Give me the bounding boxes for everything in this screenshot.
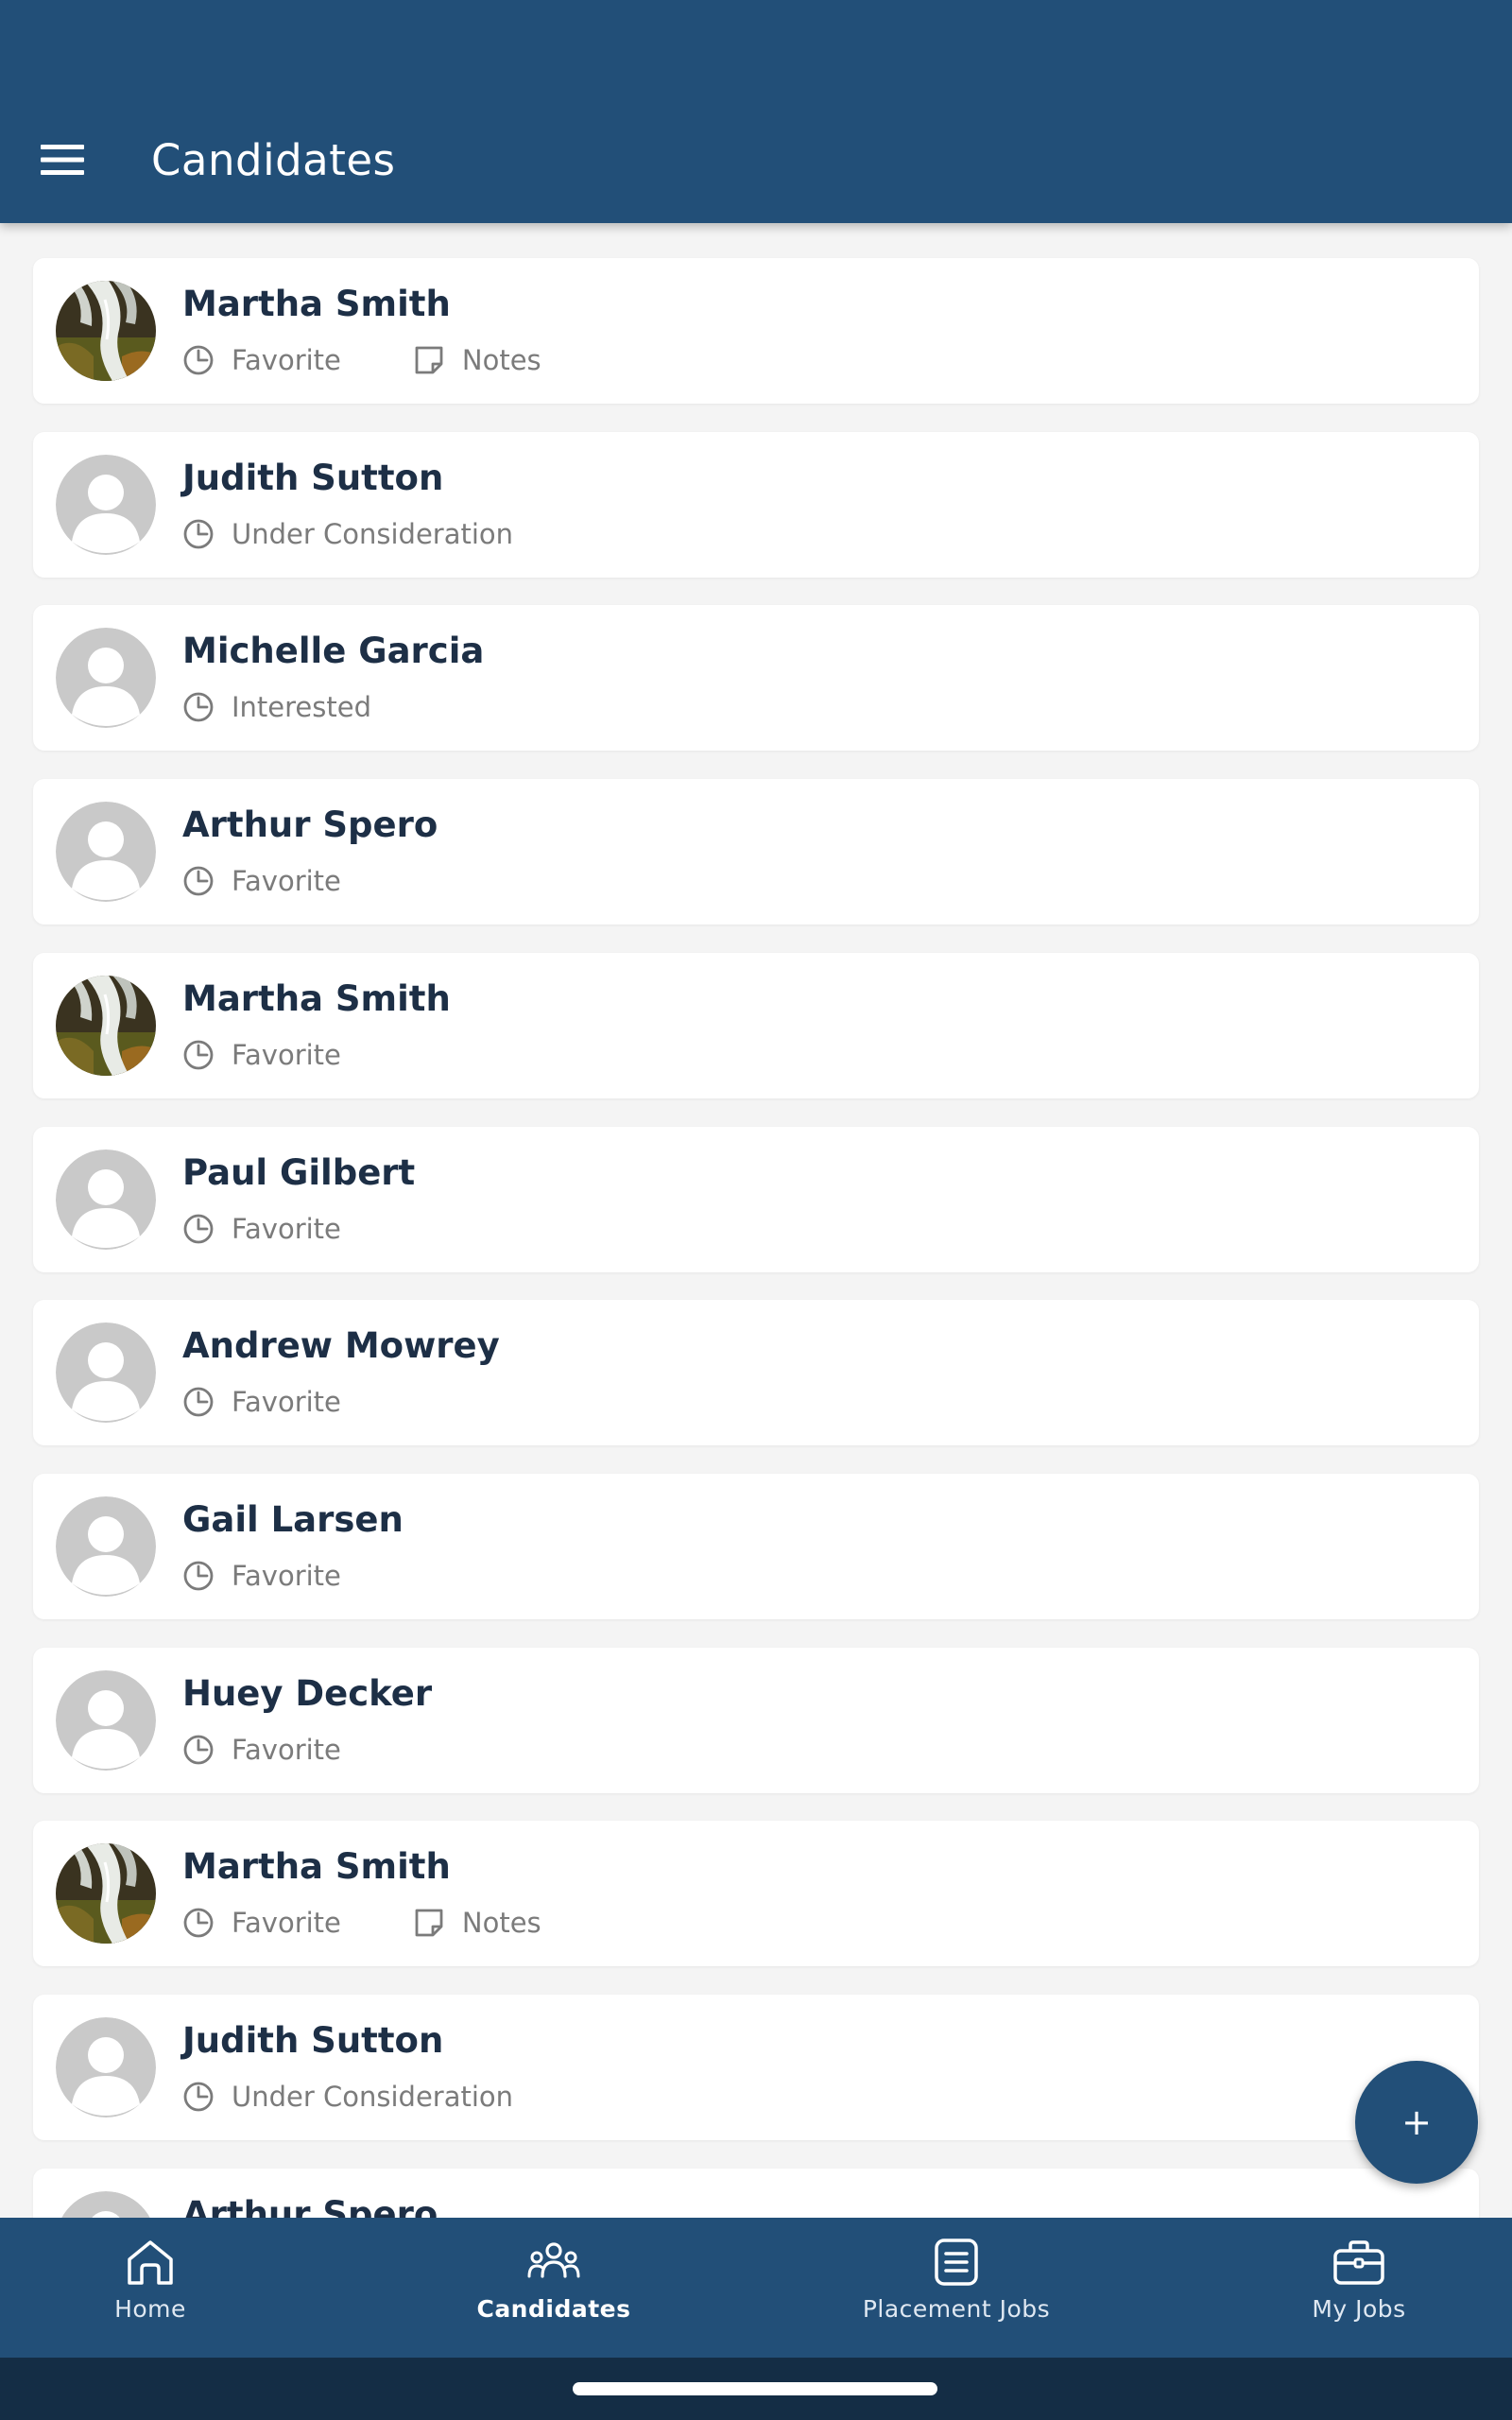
candidate-name: Paul Gilbert (182, 1152, 416, 1193)
candidate-meta: Favorite (182, 1210, 341, 1248)
candidate-meta: Favorite (182, 862, 341, 900)
system-navigation-bar (0, 2358, 1512, 2420)
note-icon (413, 1907, 445, 1939)
candidate-name: Michelle Garcia (182, 631, 485, 671)
nav-label-placement-jobs: Placement Jobs (862, 2295, 1051, 2323)
candidate-list[interactable]: Martha Smith Favorite Notes Judith Sutto… (0, 223, 1512, 2218)
clock-icon (182, 1386, 215, 1418)
candidate-meta: Favorite Notes (182, 341, 541, 379)
candidate-meta: Favorite Notes (182, 1904, 541, 1942)
clock-icon (182, 865, 215, 897)
clock-icon (182, 1039, 215, 1071)
candidate-name: Huey Decker (182, 1673, 433, 1714)
candidate-card[interactable]: Martha Smith Favorite Notes (33, 1821, 1479, 1966)
hamburger-menu-icon (41, 144, 84, 180)
candidate-name: Judith Sutton (182, 458, 444, 498)
candidate-card[interactable]: Judith Sutton Under Consideration (33, 432, 1479, 578)
avatar-placeholder-icon (56, 1150, 156, 1250)
nav-item-candidates[interactable]: Candidates (412, 2218, 696, 2358)
home-indicator[interactable] (573, 2382, 937, 2395)
candidate-name: Arthur Spero (182, 804, 438, 845)
candidate-card[interactable]: Huey Decker Favorite (33, 1648, 1479, 1793)
candidate-card[interactable]: Michelle Garcia Interested (33, 605, 1479, 751)
menu-button[interactable] (32, 134, 93, 189)
nav-item-home[interactable]: Home (9, 2218, 292, 2358)
candidate-name: Judith Sutton (182, 2020, 444, 2061)
candidate-name: Arthur Spero (182, 2194, 438, 2218)
clock-icon (182, 2081, 215, 2113)
candidate-status: Favorite (232, 1039, 341, 1071)
nav-item-placement-jobs[interactable]: Placement Jobs (815, 2218, 1098, 2358)
candidate-meta: Favorite (182, 1731, 341, 1769)
candidate-card[interactable]: Martha Smith Favorite (33, 953, 1479, 1098)
candidate-name: Martha Smith (182, 1846, 451, 1887)
plus-icon: + (1401, 2101, 1432, 2143)
avatar-placeholder-icon (56, 802, 156, 902)
candidate-status: Under Consideration (232, 518, 514, 550)
candidate-status: Under Consideration (232, 2081, 514, 2113)
candidate-status: Favorite (232, 865, 341, 897)
note-icon (413, 344, 445, 376)
avatar-placeholder-icon (56, 628, 156, 728)
candidate-name: Andrew Mowrey (182, 1325, 500, 1366)
page-title: Candidates (151, 135, 396, 185)
candidate-status: Favorite (232, 1560, 341, 1592)
candidate-status: Favorite (232, 1213, 341, 1245)
candidate-card[interactable]: Judith Sutton Under Consideration (33, 1995, 1479, 2140)
clock-icon (182, 1213, 215, 1245)
candidate-meta: Favorite (182, 1383, 341, 1421)
people-icon (527, 2238, 580, 2288)
nav-label-candidates: Candidates (476, 2295, 631, 2323)
avatar-placeholder-icon (56, 2191, 156, 2218)
candidate-status: Favorite (232, 1734, 341, 1766)
candidate-status: Favorite (232, 1907, 341, 1939)
candidate-meta: Under Consideration (182, 2078, 513, 2116)
briefcase-icon (1332, 2238, 1385, 2288)
candidate-card[interactable]: Martha Smith Favorite Notes (33, 258, 1479, 404)
app-bar: Candidates (0, 0, 1512, 223)
clock-icon (182, 518, 215, 550)
nav-label-my-jobs: My Jobs (1312, 2295, 1406, 2323)
notes-label: Notes (461, 1907, 541, 1939)
clock-icon (182, 1560, 215, 1592)
home-icon (124, 2238, 177, 2288)
candidate-card[interactable]: Arthur Spero (33, 2169, 1479, 2218)
candidate-meta: Under Consideration (182, 515, 513, 553)
candidate-name: Martha Smith (182, 284, 451, 324)
avatar-placeholder-icon (56, 1322, 156, 1423)
candidate-card[interactable]: Andrew Mowrey Favorite (33, 1300, 1479, 1445)
candidate-card[interactable]: Gail Larsen Favorite (33, 1474, 1479, 1619)
notes-label: Notes (461, 344, 541, 376)
clock-icon (182, 1907, 215, 1939)
notes-indicator[interactable]: Notes (413, 344, 541, 376)
candidate-name: Martha Smith (182, 978, 451, 1019)
clock-icon (182, 691, 215, 723)
candidate-status: Favorite (232, 344, 341, 376)
avatar-placeholder-icon (56, 1496, 156, 1597)
add-candidate-button[interactable]: + (1355, 2061, 1478, 2184)
candidate-card[interactable]: Arthur Spero Favorite (33, 779, 1479, 925)
avatar-placeholder-icon (56, 1670, 156, 1771)
candidate-avatar-photo (56, 1843, 156, 1944)
notes-indicator[interactable]: Notes (413, 1907, 541, 1939)
clock-icon (182, 344, 215, 376)
clock-icon (182, 1734, 215, 1766)
candidate-name: Gail Larsen (182, 1499, 404, 1540)
candidate-meta: Favorite (182, 1557, 341, 1595)
candidate-avatar-photo (56, 976, 156, 1076)
bottom-navigation: Home Candidates Placement Jobs My Jobs (0, 2218, 1512, 2358)
candidate-status: Favorite (232, 1386, 341, 1418)
nav-item-my-jobs[interactable]: My Jobs (1217, 2218, 1501, 2358)
document-list-icon (930, 2238, 983, 2288)
avatar-placeholder-icon (56, 455, 156, 555)
avatar-placeholder-icon (56, 2017, 156, 2118)
candidate-avatar-photo (56, 281, 156, 381)
nav-label-home: Home (114, 2295, 186, 2323)
candidate-meta: Interested (182, 688, 371, 726)
candidate-meta: Favorite (182, 1036, 341, 1074)
candidate-card[interactable]: Paul Gilbert Favorite (33, 1127, 1479, 1272)
candidate-status: Interested (232, 691, 372, 723)
